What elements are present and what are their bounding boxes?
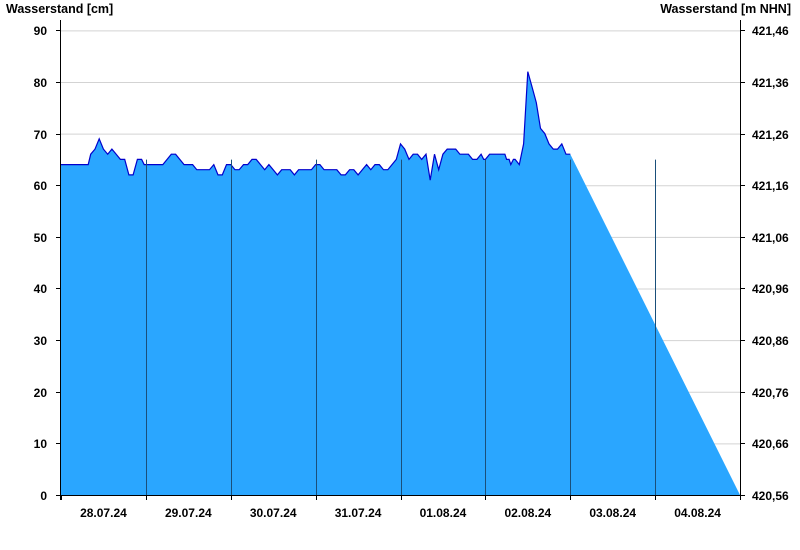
left-tick-label-80: 80: [34, 76, 48, 90]
x-tick-label-2: 30.07.24: [250, 506, 297, 520]
right-axis-title: Wasserstand [m NHN]: [660, 2, 791, 16]
x-tick-label-7: 04.08.24: [674, 506, 721, 520]
right-tick-label-1: 420,66: [752, 437, 789, 451]
left-tick-label-40: 40: [34, 282, 48, 296]
left-tick-label-0: 0: [40, 489, 47, 503]
x-tick-label-6: 03.08.24: [589, 506, 636, 520]
left-tick-label-50: 50: [34, 231, 48, 245]
water-level-chart: 0 10 20 30 40 50 60 70 80 90 420,56 420,66 420,76 420…: [6, 2, 791, 520]
chart-container: 0 10 20 30 40 50 60 70 80 90 420,56 420,66 420,76 420…: [0, 0, 800, 550]
right-tick-label-7: 421,26: [752, 128, 789, 142]
x-tick-label-5: 02.08.24: [504, 506, 551, 520]
left-tick-label-10: 10: [34, 437, 48, 451]
right-tick-label-9: 421,46: [752, 24, 789, 38]
right-tick-label-3: 420,86: [752, 334, 789, 348]
right-tick-label-8: 421,36: [752, 76, 789, 90]
right-tick-label-0: 420,56: [752, 489, 789, 503]
left-tick-label-20: 20: [34, 386, 48, 400]
x-tick-label-0: 28.07.24: [80, 506, 127, 520]
right-tick-label-4: 420,96: [752, 282, 789, 296]
left-tick-label-90: 90: [34, 24, 48, 38]
right-tick-label-5: 421,06: [752, 231, 789, 245]
left-tick-label-60: 60: [34, 179, 48, 193]
left-tick-label-30: 30: [34, 334, 48, 348]
x-tick-label-4: 01.08.24: [420, 506, 467, 520]
right-tick-label-2: 420,76: [752, 386, 789, 400]
left-axis-title: Wasserstand [cm]: [6, 2, 113, 16]
right-tick-label-6: 421,16: [752, 179, 789, 193]
left-tick-label-70: 70: [34, 128, 48, 142]
x-tick-label-3: 31.07.24: [335, 506, 382, 520]
x-tick-label-1: 29.07.24: [165, 506, 212, 520]
